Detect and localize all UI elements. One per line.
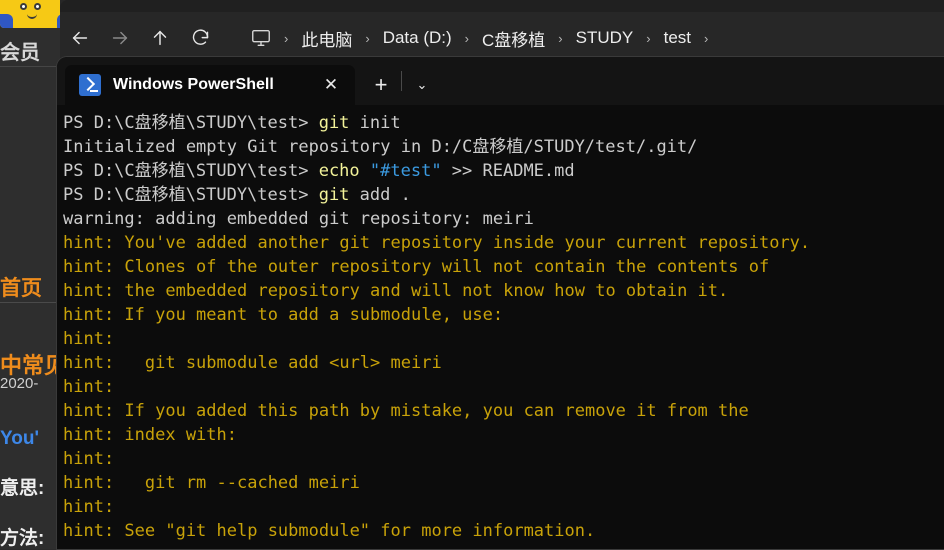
breadcrumb-item-this-pc[interactable]: 此电脑 <box>294 23 359 54</box>
terminal-text-segment: Initialized empty Git repository in D:/C… <box>63 137 698 157</box>
breadcrumb-separator: › <box>284 30 289 46</box>
terminal-text-segment: git <box>318 185 350 205</box>
terminal-text-segment: PS D:\C盘移植\STUDY\test> <box>63 113 319 133</box>
terminal-text-segment: hint: If you meant to add a submodule, u… <box>63 305 504 325</box>
terminal-text-segment: hint: See "git help submodule" for more … <box>63 521 596 541</box>
address-bar[interactable]: › 此电脑 › Data (D:) › C盘移植 › STUDY › test … <box>242 21 944 55</box>
terminal-line: hint: <box>63 327 944 351</box>
breadcrumb-item-cpanyizhi[interactable]: C盘移植 <box>475 23 552 54</box>
terminal-line: PS D:\C盘移植\STUDY\test> echo "#test" >> R… <box>63 159 944 183</box>
terminal-text-segment: init <box>349 113 401 133</box>
terminal-text-segment: hint: <box>63 377 115 397</box>
breadcrumb-separator: › <box>464 30 469 46</box>
forward-arrow-icon[interactable] <box>100 21 140 55</box>
terminal-line: PS D:\C盘移植\STUDY\test> git init <box>63 111 944 135</box>
terminal-text-segment: hint: git rm --cached meiri <box>63 473 360 493</box>
breadcrumb-separator: › <box>365 30 370 46</box>
breadcrumb-separator: › <box>704 30 709 46</box>
terminal-line: PS D:\C盘移植\STUDY\test> git add . <box>63 183 944 207</box>
powershell-icon <box>79 74 101 96</box>
terminal-line: warning: adding embedded git repository:… <box>63 207 944 231</box>
terminal-text-segment: hint: If you added this path by mistake,… <box>63 401 749 421</box>
up-arrow-icon[interactable] <box>140 21 180 55</box>
tab-bar-divider <box>401 71 402 91</box>
terminal-line: hint: <box>63 495 944 519</box>
terminal-tab-powershell[interactable]: Windows PowerShell ✕ <box>65 65 355 105</box>
terminal-line: hint: If you added this path by mistake,… <box>63 399 944 423</box>
terminal-text-segment: hint: <box>63 449 115 469</box>
terminal-output[interactable]: PS D:\C盘移植\STUDY\test> git init Initializ… <box>57 105 944 543</box>
terminal-tab-title: Windows PowerShell <box>113 76 274 93</box>
terminal-line: hint: See "git help submodule" for more … <box>63 519 944 543</box>
terminal-text-segment: hint: Clones of the outer repository wil… <box>63 257 770 277</box>
terminal-text-segment: hint: <box>63 329 115 349</box>
terminal-line: hint: index with: <box>63 423 944 447</box>
breadcrumb-item-study[interactable]: STUDY <box>569 25 641 51</box>
terminal-line: hint: If you meant to add a submodule, u… <box>63 303 944 327</box>
terminal-text-segment: PS D:\C盘移植\STUDY\test> <box>63 185 319 205</box>
terminal-line: hint: You've added another git repositor… <box>63 231 944 255</box>
terminal-text-segment: hint: the embedded repository and will n… <box>63 281 729 301</box>
breadcrumb-item-data-d[interactable]: Data (D:) <box>376 25 459 51</box>
breadcrumb-separator: › <box>558 30 563 46</box>
explorer-tab-strip <box>60 0 944 12</box>
terminal-text-segment: "#test" <box>369 161 442 181</box>
back-arrow-icon[interactable] <box>60 21 100 55</box>
avatar-arm-left <box>0 14 13 28</box>
avatar-eye-left <box>20 3 27 10</box>
terminal-text-segment: PS D:\C盘移植\STUDY\test> <box>63 161 319 181</box>
avatar-mouth <box>27 14 37 19</box>
terminal-text-segment: hint: index with: <box>63 425 237 445</box>
terminal-line: hint: git rm --cached meiri <box>63 471 944 495</box>
terminal-line: Initialized empty Git repository in D:/C… <box>63 135 944 159</box>
breadcrumb-separator: › <box>646 30 651 46</box>
avatar-eye-right <box>34 3 41 10</box>
terminal-line: hint: git submodule add <url> meiri <box>63 351 944 375</box>
terminal-text-segment: add . <box>349 185 411 205</box>
terminal-text-segment: warning: adding embedded git repository:… <box>63 209 534 229</box>
refresh-arrow-icon[interactable] <box>180 21 220 55</box>
this-pc-icon <box>250 27 272 49</box>
terminal-line: hint: the embedded repository and will n… <box>63 279 944 303</box>
terminal-tab-bar: Windows PowerShell ✕ + ⌄ <box>57 57 944 105</box>
terminal-line: hint: <box>63 375 944 399</box>
chevron-down-icon[interactable]: ⌄ <box>404 65 440 105</box>
terminal-text-segment: echo <box>318 161 360 181</box>
terminal-text-segment: git <box>318 113 350 133</box>
terminal-text-segment: hint: git submodule add <url> meiri <box>63 353 442 373</box>
terminal-text-segment: hint: You've added another git repositor… <box>63 233 811 253</box>
terminal-text-segment: hint: <box>63 497 115 517</box>
terminal-text-segment: >> README.md <box>441 161 575 181</box>
new-tab-icon[interactable]: + <box>363 65 399 105</box>
windows-terminal-window: Windows PowerShell ✕ + ⌄ PS D:\C盘移植\STUD… <box>57 57 944 549</box>
breadcrumb-item-test[interactable]: test <box>657 25 698 51</box>
terminal-line: hint: <box>63 447 944 471</box>
close-icon[interactable]: ✕ <box>317 71 345 99</box>
terminal-line: hint: Clones of the outer repository wil… <box>63 255 944 279</box>
